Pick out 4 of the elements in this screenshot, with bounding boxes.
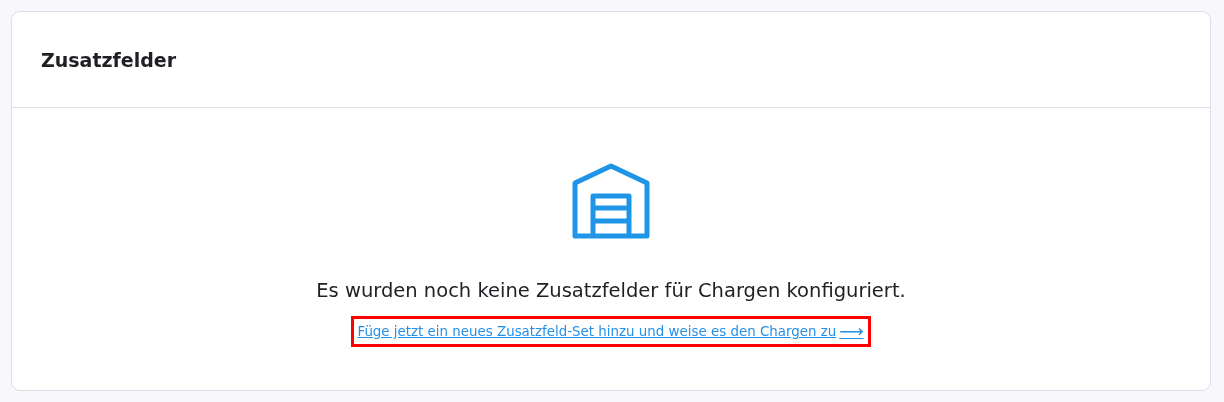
add-field-set-link[interactable]: Füge jetzt ein neues Zusatzfeld-Set hinzu und weise es den Chargen zu ⟶: [351, 316, 871, 347]
empty-message: Es wurden noch keine Zusatzfelder für Chargen konfiguriert.: [316, 279, 906, 302]
garage-icon: [571, 163, 651, 239]
card-title: Zusatzfelder: [41, 48, 177, 71]
